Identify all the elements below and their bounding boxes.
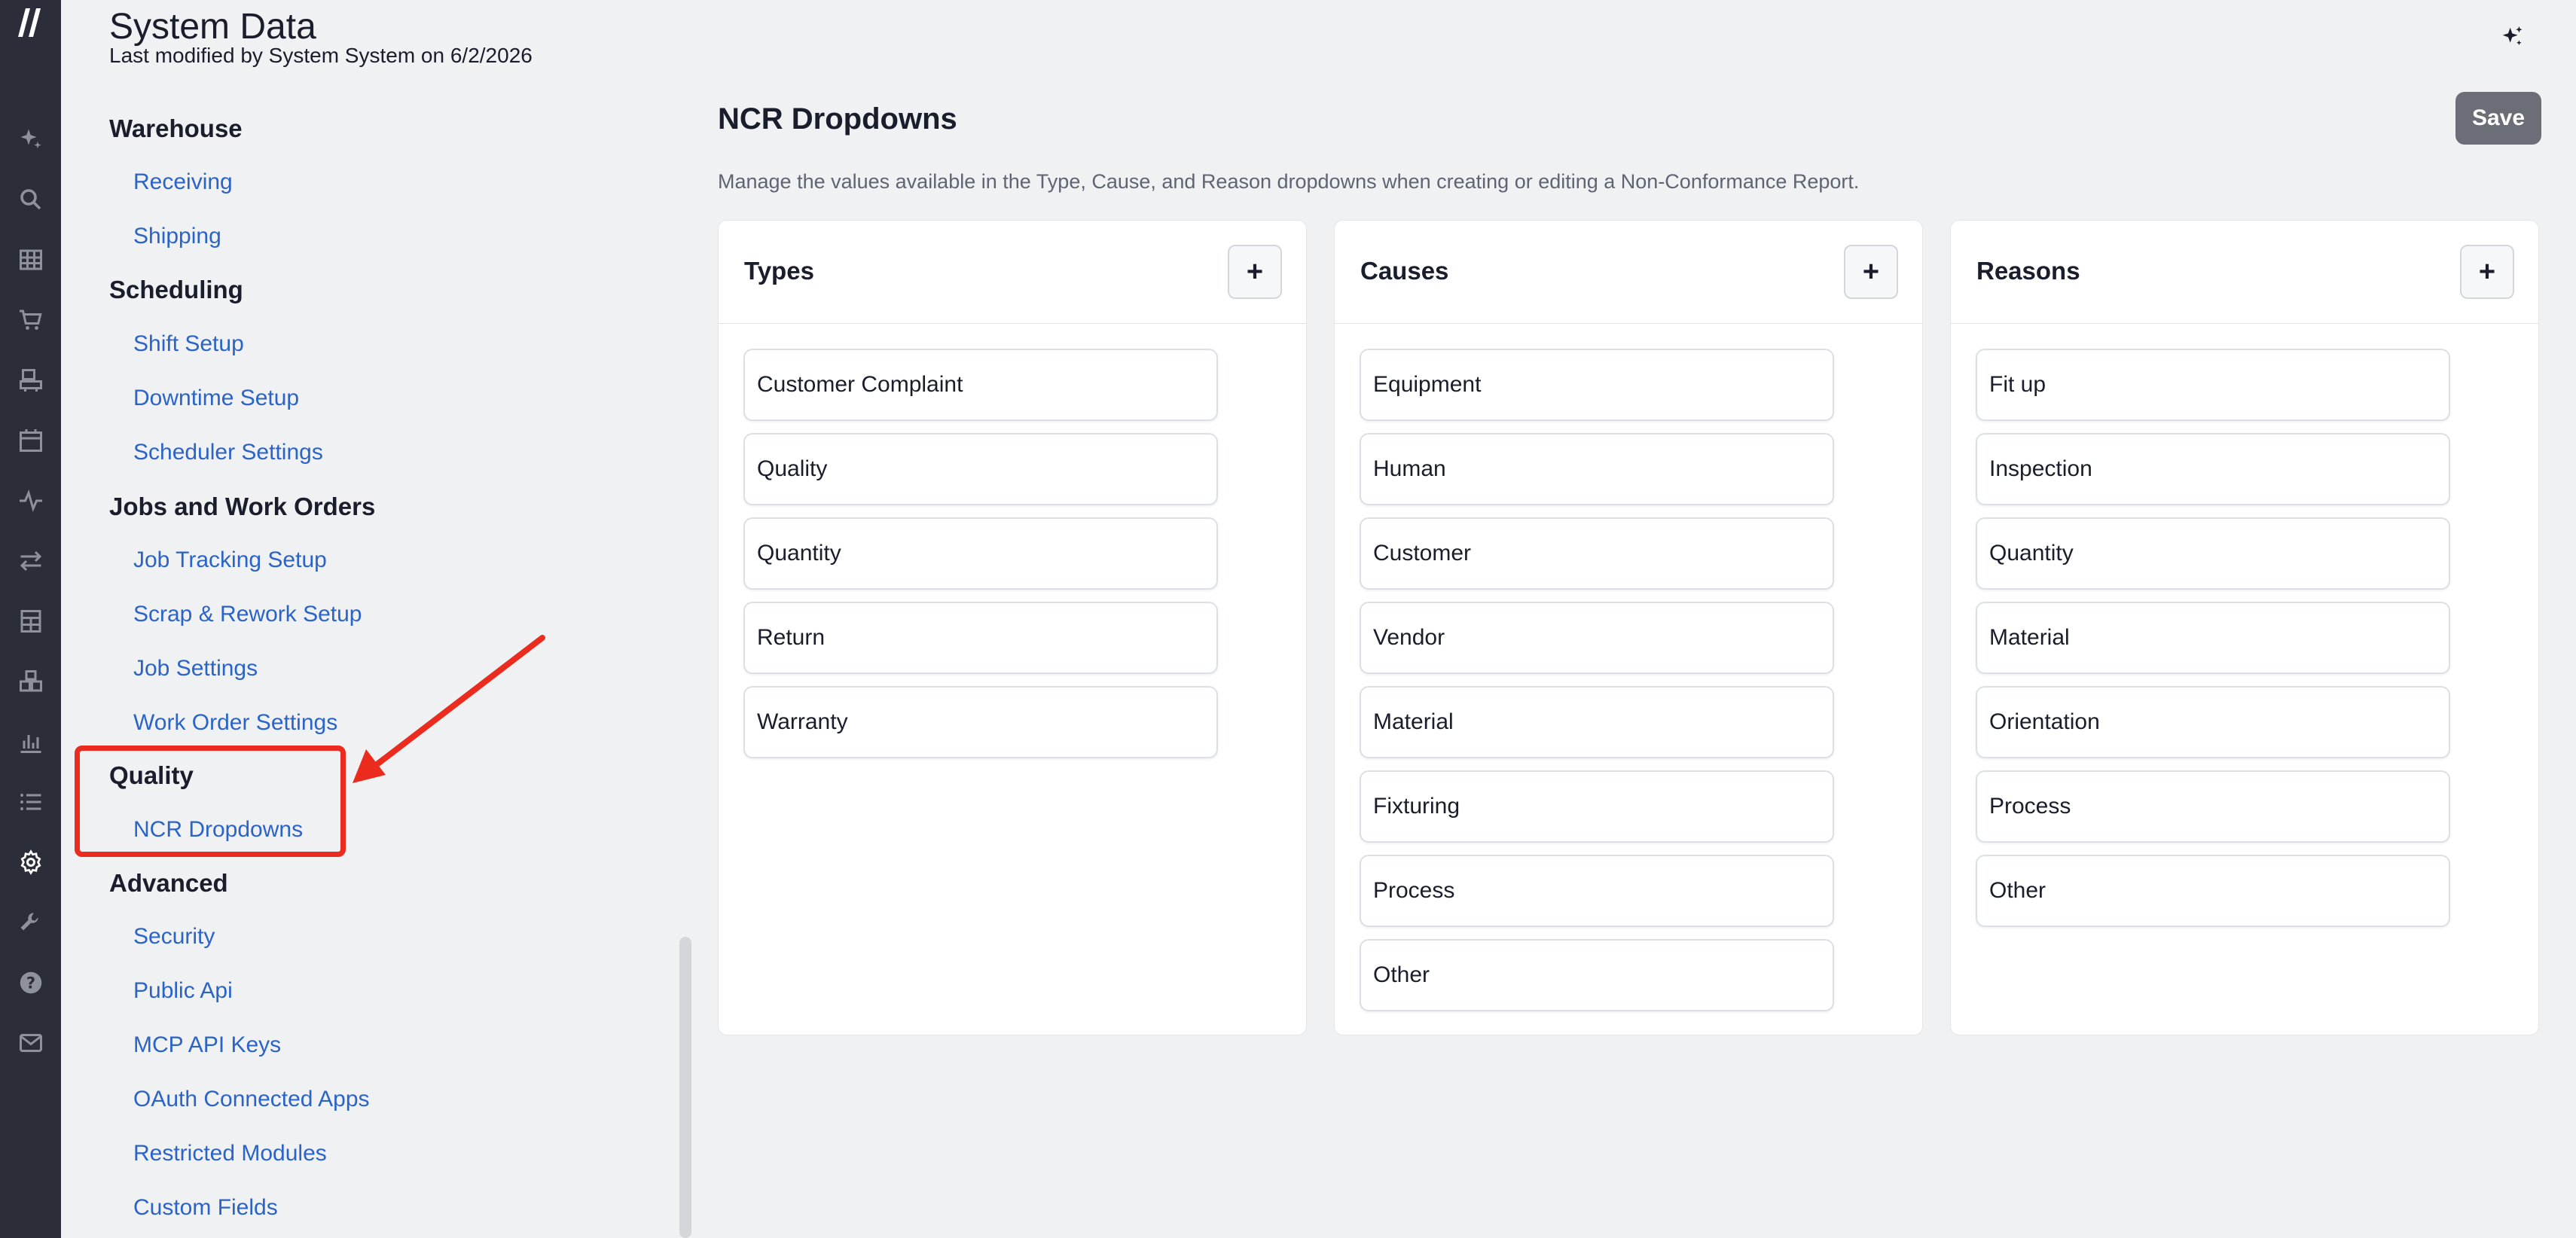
nav-link-scheduler-settings[interactable]: Scheduler Settings xyxy=(133,440,323,465)
nav-link-restricted-modules[interactable]: Restricted Modules xyxy=(133,1141,327,1166)
nav-link-job-settings[interactable]: Job Settings xyxy=(133,656,258,682)
activity-icon[interactable] xyxy=(0,478,61,523)
mail-icon[interactable] xyxy=(0,1020,61,1066)
boxes-icon[interactable] xyxy=(0,659,61,704)
annotation-highlight-box xyxy=(75,746,346,857)
dropdown-item[interactable]: Quantity xyxy=(743,517,1218,590)
transfer-icon[interactable] xyxy=(0,538,61,584)
sparkle-icon[interactable] xyxy=(0,117,61,162)
calendar-icon[interactable] xyxy=(0,418,61,463)
card-header: Causes + xyxy=(1335,221,1922,324)
nav-group-advanced: Advanced xyxy=(109,869,228,897)
causes-card: Causes + Equipment Human Customer Vendor… xyxy=(1334,220,1923,1035)
save-button[interactable]: Save xyxy=(2455,92,2541,145)
nav-link-oauth-connected-apps[interactable]: OAuth Connected Apps xyxy=(133,1087,370,1112)
nav-link-security[interactable]: Security xyxy=(133,924,215,950)
list-icon[interactable] xyxy=(0,779,61,825)
nav-link-work-order-settings[interactable]: Work Order Settings xyxy=(133,710,337,736)
nav-group-warehouse: Warehouse xyxy=(109,114,243,142)
gear-icon[interactable] xyxy=(0,840,61,885)
dropdown-item[interactable]: Inspection xyxy=(1976,433,2450,505)
app-sidebar-rail: ? xyxy=(0,0,61,1238)
card-title: Causes xyxy=(1360,257,1449,285)
card-title: Types xyxy=(744,257,814,285)
card-header: Types + xyxy=(719,221,1306,324)
section-title: NCR Dropdowns xyxy=(718,102,957,136)
dropdown-item[interactable]: Quality xyxy=(743,433,1218,505)
dropdown-item[interactable]: Orientation xyxy=(1976,686,2450,758)
dropdown-item[interactable]: Equipment xyxy=(1360,349,1834,421)
annotation-arrow xyxy=(353,635,545,783)
card-header: Reasons + xyxy=(1951,221,2538,324)
cart-icon[interactable] xyxy=(0,297,61,343)
search-icon[interactable] xyxy=(0,177,61,222)
bar-chart-icon[interactable] xyxy=(0,719,61,764)
dropdown-item[interactable]: Customer xyxy=(1360,517,1834,590)
nav-group-scheduling: Scheduling xyxy=(109,276,243,303)
section-description: Manage the values available in the Type,… xyxy=(718,170,1860,193)
dropdown-item[interactable]: Return xyxy=(743,602,1218,674)
machine-icon[interactable] xyxy=(0,358,61,403)
dropdown-item[interactable]: Quantity xyxy=(1976,517,2450,590)
nav-link-shipping[interactable]: Shipping xyxy=(133,224,221,249)
add-type-button[interactable]: + xyxy=(1228,245,1282,299)
dropdown-item[interactable]: Warranty xyxy=(743,686,1218,758)
add-cause-button[interactable]: + xyxy=(1844,245,1898,299)
logo-icon[interactable] xyxy=(0,0,61,45)
wrench-icon[interactable] xyxy=(0,900,61,945)
dropdown-item[interactable]: Fixturing xyxy=(1360,770,1834,843)
dropdown-item[interactable]: Other xyxy=(1976,855,2450,927)
nav-link-downtime-setup[interactable]: Downtime Setup xyxy=(133,386,299,411)
dropdown-item[interactable]: Other xyxy=(1360,939,1834,1011)
dropdown-item[interactable]: Vendor xyxy=(1360,602,1834,674)
nav-link-shift-setup[interactable]: Shift Setup xyxy=(133,331,244,357)
nav-link-public-api[interactable]: Public Api xyxy=(133,978,233,1004)
dropdown-item[interactable]: Process xyxy=(1976,770,2450,843)
nav-link-receiving[interactable]: Receiving xyxy=(133,169,233,195)
card-title: Reasons xyxy=(1976,257,2080,285)
dropdown-item[interactable]: Fit up xyxy=(1976,349,2450,421)
nav-group-jobs: Jobs and Work Orders xyxy=(109,492,376,520)
ai-sparkle-icon[interactable] xyxy=(2498,23,2528,53)
nav-link-scrap-rework-setup[interactable]: Scrap & Rework Setup xyxy=(133,602,362,627)
nav-link-custom-fields[interactable]: Custom Fields xyxy=(133,1195,278,1221)
add-reason-button[interactable]: + xyxy=(2460,245,2514,299)
nav-link-job-tracking-setup[interactable]: Job Tracking Setup xyxy=(133,547,327,573)
dropdown-item[interactable]: Human xyxy=(1360,433,1834,505)
nav-scrollbar[interactable] xyxy=(679,937,691,1238)
types-card: Types + Customer Complaint Quality Quant… xyxy=(718,220,1307,1035)
dropdown-item[interactable]: Customer Complaint xyxy=(743,349,1218,421)
reasons-card: Reasons + Fit up Inspection Quantity Mat… xyxy=(1950,220,2539,1035)
dropdown-item[interactable]: Material xyxy=(1360,686,1834,758)
svg-text:?: ? xyxy=(26,974,35,993)
help-icon[interactable]: ? xyxy=(0,960,61,1005)
nav-link-mcp-api-keys[interactable]: MCP API Keys xyxy=(133,1032,281,1058)
dropdown-item[interactable]: Material xyxy=(1976,602,2450,674)
calculator-icon[interactable] xyxy=(0,599,61,644)
settings-nav: Warehouse Receiving Shipping Scheduling … xyxy=(109,0,682,1238)
grid-icon[interactable] xyxy=(0,237,61,282)
dropdown-item[interactable]: Process xyxy=(1360,855,1834,927)
